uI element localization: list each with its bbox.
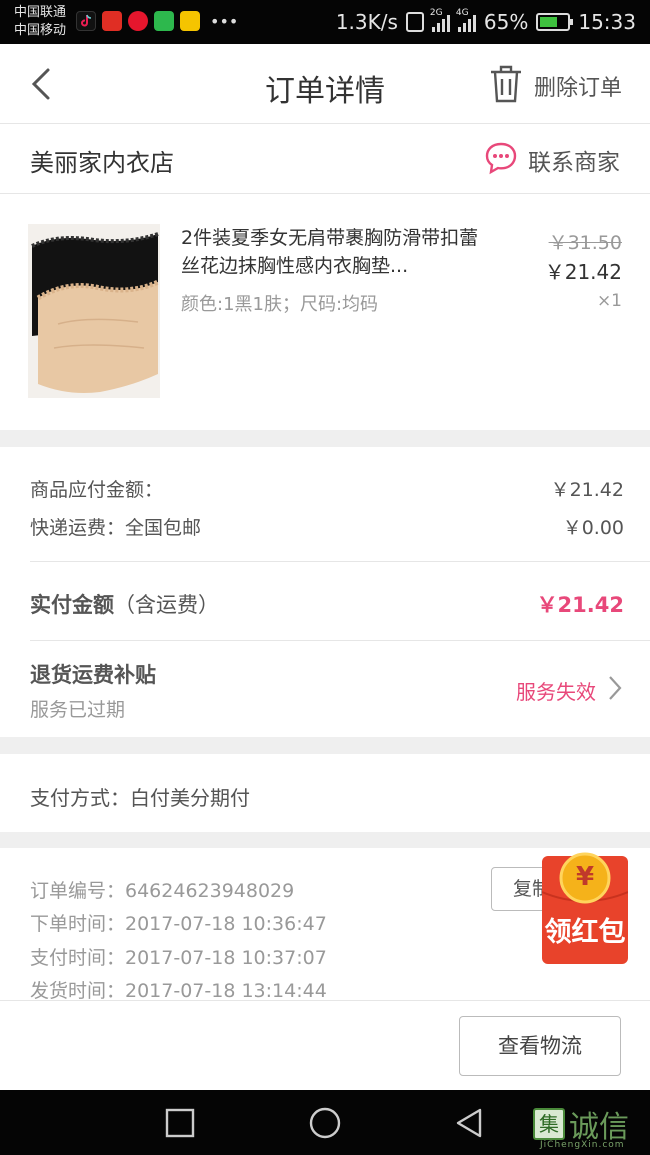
delete-order-button[interactable]: 删除订单 <box>488 64 622 108</box>
shipping-label: 快递运费：全国包邮 <box>30 517 202 539</box>
red-app-icon <box>102 11 122 31</box>
carrier-info: 中国联通 中国移动 <box>14 4 66 40</box>
service-status-link[interactable]: 服务失效 <box>516 675 622 706</box>
yellow-app-icon <box>180 11 200 31</box>
paid-amount-value: ￥21.42 <box>536 593 624 617</box>
service-status-label: 服务失效 <box>516 680 596 704</box>
product-image <box>28 224 160 398</box>
ship-time: 发货时间：2017-07-18 13:14:44 <box>30 980 327 1000</box>
delete-order-label: 删除订单 <box>533 76 622 101</box>
paid-amount-label: 实付金额 <box>30 593 114 617</box>
network-speed: 1.3K/s <box>335 10 398 34</box>
red-packet-button[interactable]: ¥ 领红包 <box>541 852 629 964</box>
product-item[interactable]: 2件装夏季女无肩带裹胸防滑带扣蕾丝花边抹胸性感内衣胸垫... 颜色:1黑1肤；尺… <box>0 194 650 430</box>
clock: 15:33 <box>578 10 636 34</box>
video-app-icon <box>154 11 174 31</box>
shipping-value: ￥0.00 <box>562 517 624 539</box>
battery-percent: 65% <box>483 10 529 34</box>
order-number: 订单编号：64624623948029 <box>30 880 295 902</box>
shop-name[interactable]: 美丽家内衣店 <box>30 143 174 178</box>
goods-amount-label: 商品应付金额： <box>30 479 164 501</box>
refund-shipping-title: 退货运费补贴 <box>30 663 156 687</box>
product-price: ￥21.42 <box>544 260 622 284</box>
signal-2g-icon: 2G <box>430 8 450 32</box>
page-header: 订单详情 删除订单 <box>0 44 650 124</box>
bottom-action-bar: 查看物流 <box>0 1000 650 1090</box>
pay-time: 支付时间：2017-07-18 10:37:07 <box>30 947 327 969</box>
signal-4g-icon: 4G <box>456 8 476 32</box>
product-original-price: ￥31.50 <box>548 232 622 254</box>
vibrate-icon <box>405 12 424 32</box>
notification-icons: ••• <box>76 11 238 31</box>
product-name: 2件装夏季女无肩带裹胸防滑带扣蕾丝花边抹胸性感内衣胸垫... <box>181 227 479 277</box>
goods-amount-row: 商品应付金额： ￥21.42 <box>30 475 624 502</box>
home-icon[interactable] <box>308 1106 342 1140</box>
contact-seller-label: 联系商家 <box>528 150 620 176</box>
payment-section: 支付方式：白付美分期付 <box>0 754 650 832</box>
amount-section: 商品应付金额： ￥21.42 快递运费：全国包邮 ￥0.00 实付金额（含运费）… <box>0 447 650 737</box>
weibo-icon <box>128 11 148 31</box>
battery-icon <box>536 13 574 31</box>
shipping-row: 快递运费：全国包邮 ￥0.00 <box>30 513 624 540</box>
red-packet-label: 领红包 <box>544 917 626 948</box>
shop-row: 美丽家内衣店 联系商家 <box>0 124 650 194</box>
back-triangle-icon[interactable] <box>452 1106 486 1140</box>
carrier-1: 中国联通 <box>14 5 67 20</box>
product-spec: 颜色:1黑1肤；尺码:均码 <box>181 294 379 315</box>
divider <box>30 640 650 641</box>
section-divider <box>0 737 650 754</box>
refund-shipping-desc: 服务已过期 <box>30 699 126 721</box>
trash-icon <box>488 64 524 108</box>
watermark-subtext: JiChengXin.com <box>540 1140 625 1150</box>
status-bar: 中国联通 中国移动 ••• 1.3K/s 2G 4G 65% 15:33 <box>0 0 650 44</box>
recent-apps-icon[interactable] <box>163 1106 197 1140</box>
carrier-2: 中国移动 <box>14 23 67 38</box>
tiktok-icon <box>76 11 96 31</box>
chat-bubble-icon <box>484 141 518 179</box>
paid-amount-note: （含运费） <box>114 593 219 617</box>
watermark-box: 集 <box>533 1108 565 1140</box>
more-notifications-icon: ••• <box>210 11 239 31</box>
section-divider <box>0 430 650 447</box>
payment-method: 支付方式：白付美分期付 <box>30 786 250 810</box>
chevron-right-icon <box>608 675 622 706</box>
divider <box>30 561 650 562</box>
paid-amount-row: 实付金额（含运费） ￥21.42 <box>30 589 624 619</box>
order-time: 下单时间：2017-07-18 10:36:47 <box>30 913 327 935</box>
coin-yen-icon: ¥ <box>575 862 595 892</box>
product-quantity: ×1 <box>596 291 622 311</box>
goods-amount-value: ￥21.42 <box>550 479 624 501</box>
section-divider <box>0 832 650 848</box>
view-logistics-button[interactable]: 查看物流 <box>459 1016 621 1076</box>
contact-seller-button[interactable]: 联系商家 <box>484 141 620 179</box>
